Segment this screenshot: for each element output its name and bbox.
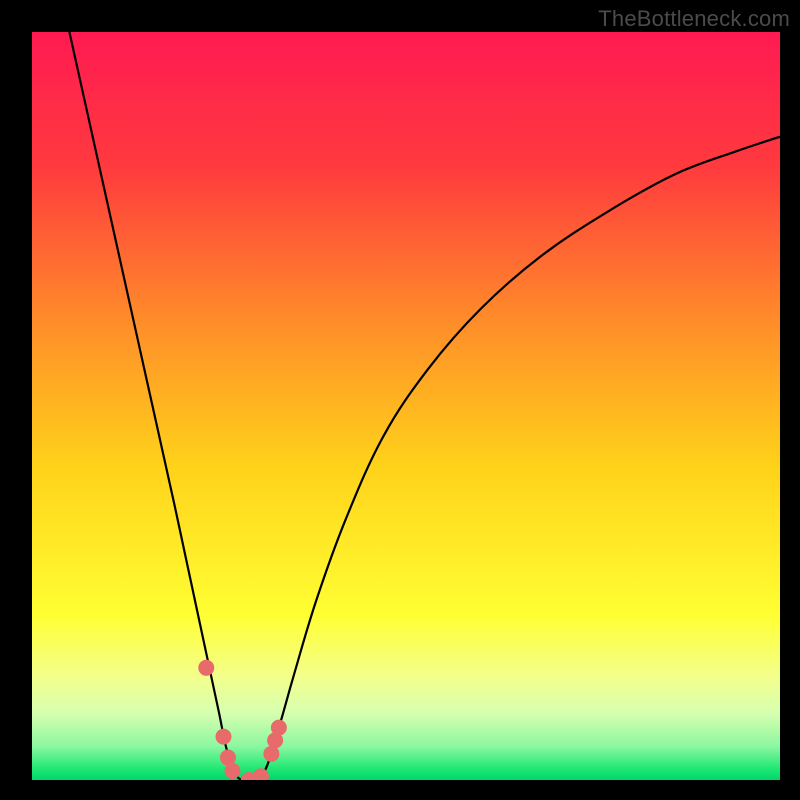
watermark-text: TheBottleneck.com xyxy=(598,6,790,32)
chart-frame: TheBottleneck.com xyxy=(0,0,800,800)
gradient-background xyxy=(32,32,780,780)
chart-svg xyxy=(32,32,780,780)
plot-area xyxy=(32,32,780,780)
data-marker xyxy=(198,660,214,676)
data-marker xyxy=(215,729,231,745)
data-marker xyxy=(271,720,287,736)
data-marker xyxy=(224,763,240,779)
data-marker xyxy=(263,746,279,762)
